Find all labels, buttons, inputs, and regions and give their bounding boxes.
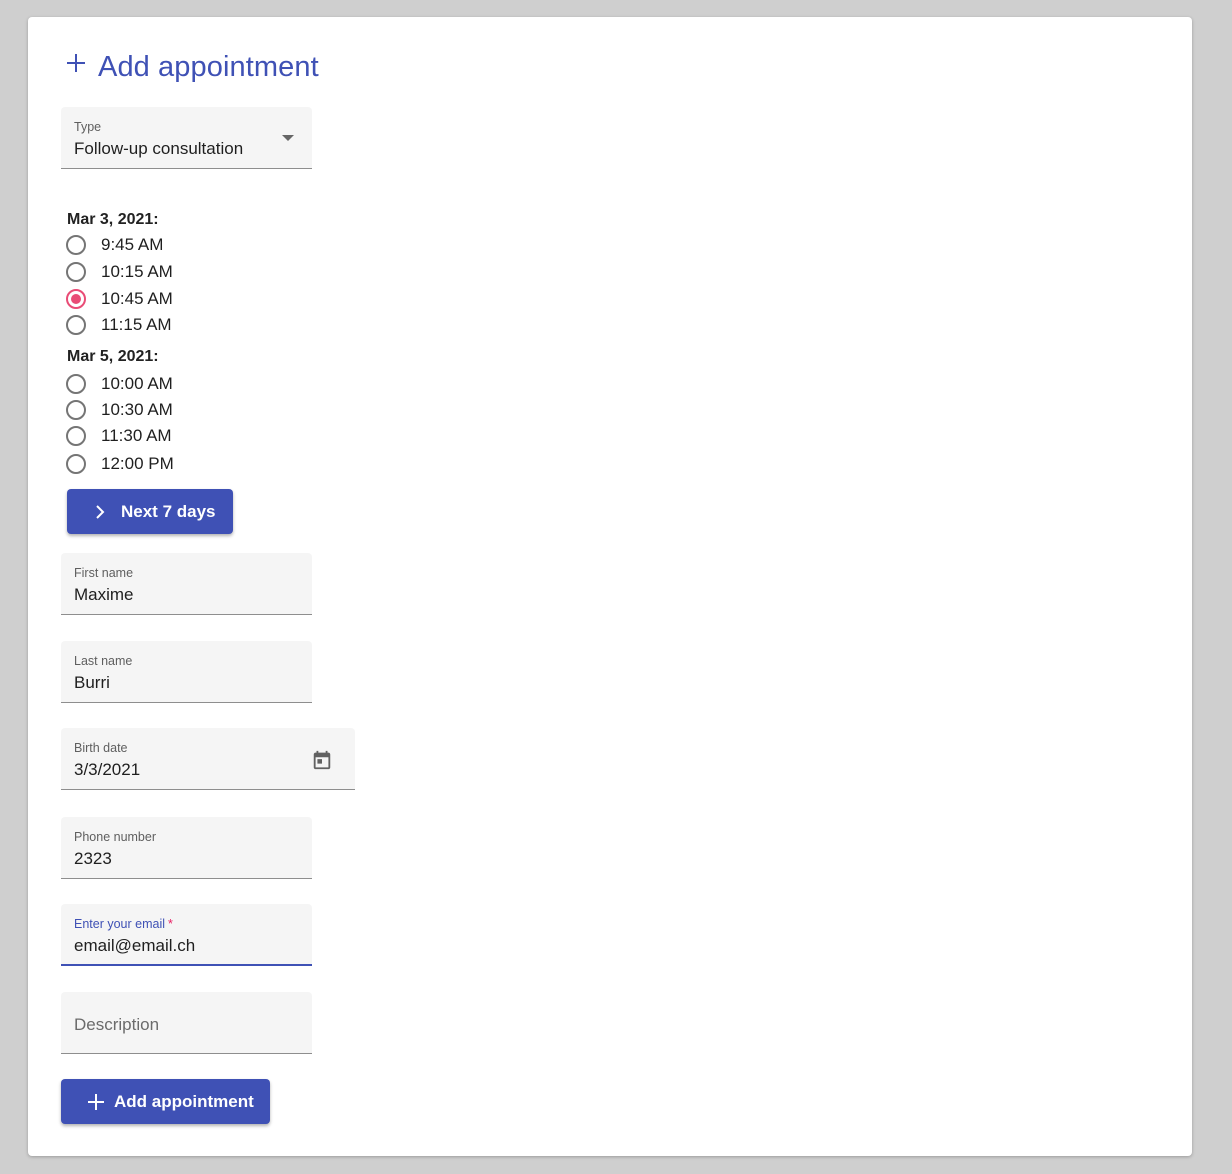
page-title: Add appointment bbox=[64, 51, 319, 84]
type-select[interactable]: Type Follow-up consultation bbox=[61, 107, 312, 169]
radio-button[interactable] bbox=[66, 400, 86, 420]
email-field[interactable]: Enter your email * email@email.ch bbox=[61, 904, 312, 966]
last-name-value[interactable]: Burri bbox=[74, 673, 110, 693]
phone-number-label: Phone number bbox=[74, 830, 157, 844]
next-7-days-label: Next 7 days bbox=[121, 501, 216, 521]
slot-time-label: 10:30 AM bbox=[101, 400, 173, 419]
slot-time-label: 11:15 AM bbox=[101, 315, 172, 334]
slot-time-label: 12:00 PM bbox=[101, 454, 174, 473]
email-label: Enter your email * bbox=[74, 917, 173, 931]
slot-radio-option[interactable]: 9:45 AM bbox=[66, 232, 163, 258]
slot-radio-option[interactable]: 11:30 AM bbox=[66, 423, 172, 449]
radio-button-checked[interactable] bbox=[66, 289, 86, 309]
required-mark: * bbox=[168, 917, 173, 931]
calendar-icon[interactable] bbox=[311, 749, 333, 771]
birth-date-field[interactable]: Birth date 3/3/2021 bbox=[61, 728, 355, 790]
radio-button[interactable] bbox=[66, 262, 86, 282]
appointment-card: Add appointment Type Follow-up consultat… bbox=[28, 17, 1192, 1156]
add-appointment-label: Add appointment bbox=[114, 1091, 254, 1111]
slot-group-date: Mar 3, 2021: bbox=[67, 211, 159, 228]
type-select-label: Type bbox=[74, 120, 102, 134]
plus-icon bbox=[88, 1093, 104, 1110]
page-title-text: Add appointment bbox=[98, 51, 319, 83]
description-field[interactable]: Description bbox=[61, 992, 312, 1054]
last-name-label: Last name bbox=[74, 654, 133, 668]
plus-icon bbox=[67, 53, 85, 72]
slot-radio-option-selected[interactable]: 10:45 AM bbox=[66, 286, 173, 312]
slot-time-label: 10:45 AM bbox=[101, 289, 173, 308]
birth-date-value[interactable]: 3/3/2021 bbox=[74, 760, 140, 780]
slot-radio-option[interactable]: 10:30 AM bbox=[66, 397, 173, 423]
dropdown-arrow-icon[interactable] bbox=[282, 135, 294, 141]
email-value[interactable]: email@email.ch bbox=[74, 936, 195, 956]
radio-button[interactable] bbox=[66, 426, 86, 446]
radio-button[interactable] bbox=[66, 454, 86, 474]
first-name-label: First name bbox=[74, 566, 134, 580]
first-name-field[interactable]: First name Maxime bbox=[61, 553, 312, 615]
slot-radio-option[interactable]: 10:15 AM bbox=[66, 259, 173, 285]
birth-date-label: Birth date bbox=[74, 741, 128, 755]
radio-button[interactable] bbox=[66, 235, 86, 255]
phone-number-field[interactable]: Phone number 2323 bbox=[61, 817, 312, 879]
slot-radio-option[interactable]: 11:15 AM bbox=[66, 312, 172, 338]
last-name-field[interactable]: Last name Burri bbox=[61, 641, 312, 703]
slot-time-label: 9:45 AM bbox=[101, 235, 164, 254]
next-7-days-button[interactable]: Next 7 days bbox=[67, 489, 233, 534]
add-appointment-button[interactable]: Add appointment bbox=[61, 1079, 270, 1124]
slot-time-label: 10:15 AM bbox=[101, 262, 173, 281]
slot-time-label: 11:30 AM bbox=[101, 426, 172, 445]
slot-radio-option[interactable]: 10:00 AM bbox=[66, 371, 173, 397]
radio-button[interactable] bbox=[66, 374, 86, 394]
slot-group-date: Mar 5, 2021: bbox=[67, 348, 159, 365]
slot-radio-option[interactable]: 12:00 PM bbox=[66, 451, 174, 477]
radio-button[interactable] bbox=[66, 315, 86, 335]
chevron-right-icon bbox=[96, 504, 105, 519]
email-label-text: Enter your email bbox=[74, 917, 166, 931]
description-placeholder[interactable]: Description bbox=[74, 1015, 159, 1035]
type-select-value: Follow-up consultation bbox=[74, 139, 244, 158]
first-name-value[interactable]: Maxime bbox=[74, 585, 134, 605]
phone-number-value[interactable]: 2323 bbox=[74, 849, 112, 869]
slot-time-label: 10:00 AM bbox=[101, 374, 173, 393]
